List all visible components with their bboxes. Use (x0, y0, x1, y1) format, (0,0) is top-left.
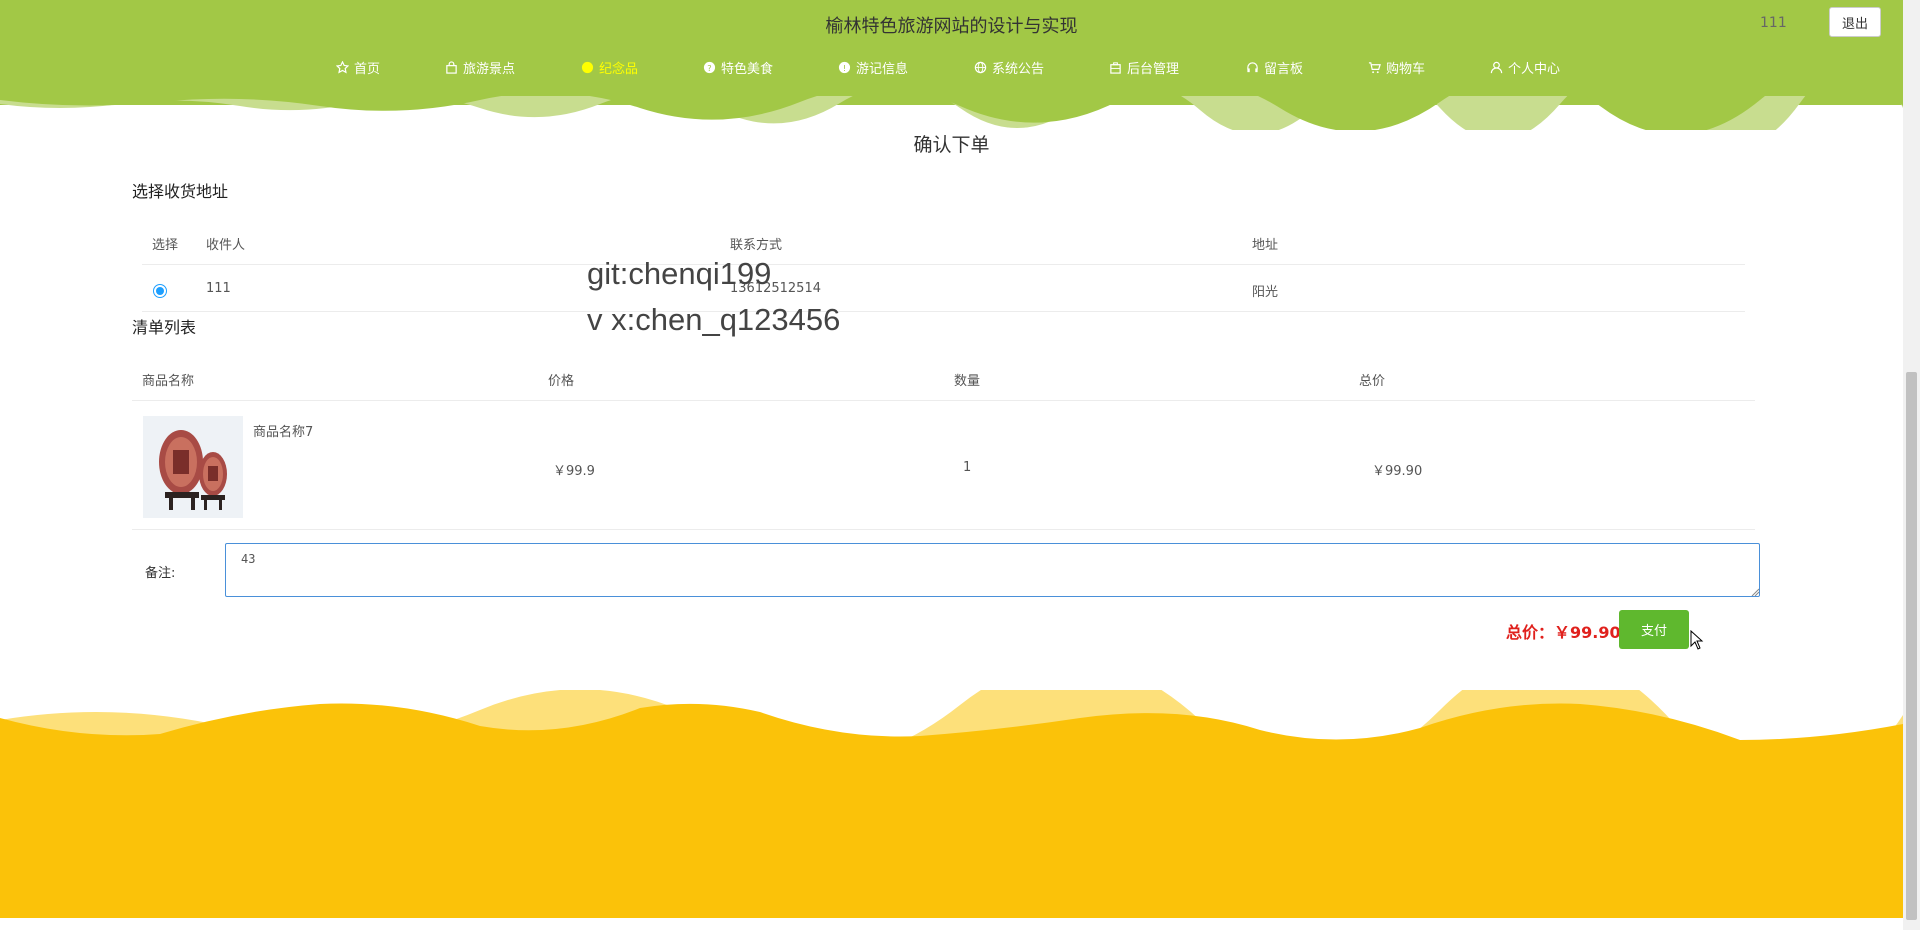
bottom-edge (0, 918, 1903, 930)
column-header-total: 总价 (1359, 374, 1386, 389)
nav-item-travelogues[interactable]: ! 游记信息 (838, 58, 908, 77)
page-title: 确认下单 (913, 134, 990, 156)
vertical-scrollbar[interactable] (1903, 0, 1920, 930)
nav-label: 购物车 (1386, 62, 1426, 77)
nav-label: 旅游景点 (463, 62, 516, 77)
page: 榆林特色旅游网站的设计与实现 111 退出 首页 旅游景点 纪念品 ? 特色美食… (0, 0, 1903, 918)
nav-item-admin[interactable]: 后台管理 (1109, 58, 1179, 77)
nav-item-message-board[interactable]: 留言板 (1246, 58, 1303, 77)
globe-icon (974, 61, 987, 74)
user-icon (1490, 61, 1503, 74)
address-radio[interactable] (153, 284, 167, 298)
nav-label: 系统公告 (992, 62, 1045, 77)
nav-label: 特色美食 (721, 62, 774, 77)
column-header-recipient: 收件人 (206, 238, 246, 253)
price-cell: ￥99.9 (553, 464, 595, 479)
mouse-cursor-icon (1690, 630, 1704, 650)
divider (132, 529, 1755, 530)
column-header-quantity: 数量 (954, 374, 981, 389)
scrollbar-thumb[interactable] (1906, 372, 1917, 920)
username: 111 (1760, 15, 1787, 31)
column-header-price: 价格 (548, 374, 575, 389)
site-title: 榆林特色旅游网站的设计与实现 (825, 16, 1078, 37)
order-total: 总价：￥99.90 (1506, 623, 1621, 642)
nav-item-attractions[interactable]: 旅游景点 (445, 58, 515, 77)
order-section-title: 清单列表 (132, 318, 197, 337)
nav-label: 后台管理 (1127, 62, 1180, 77)
info-circle-icon: ! (838, 61, 851, 74)
svg-text:?: ? (707, 63, 711, 73)
total-cell: ￥99.90 (1372, 464, 1423, 479)
nav-item-souvenirs[interactable]: 纪念品 (581, 58, 638, 77)
watermark-line-1: git:chenqi199 (587, 256, 772, 291)
column-header-phone: 联系方式 (730, 238, 783, 253)
bag-icon (446, 61, 457, 74)
nav-item-announcements[interactable]: 系统公告 (974, 58, 1044, 77)
divider (142, 264, 1745, 265)
column-header-product: 商品名称 (142, 374, 195, 389)
nav-item-food[interactable]: ? 特色美食 (703, 58, 773, 77)
divider (142, 311, 1745, 312)
column-header-select: 选择 (152, 238, 179, 253)
address-section-title: 选择收货地址 (132, 182, 229, 201)
product-name-cell: 商品名称7 (253, 425, 314, 440)
nav-item-home[interactable]: 首页 (336, 58, 380, 77)
nav-label: 个人中心 (1508, 62, 1561, 77)
help-circle-icon: ? (703, 61, 716, 74)
recipient-cell: 111 (206, 281, 231, 296)
footer-wave-decoration (0, 690, 1903, 918)
nav-label: 首页 (354, 62, 381, 77)
header-wave-decoration (0, 96, 1903, 130)
nav-label: 留言板 (1264, 62, 1304, 77)
nav-label: 纪念品 (599, 62, 639, 77)
briefcase-icon (1110, 62, 1121, 74)
remark-label: 备注: (145, 566, 176, 581)
svg-text:!: ! (843, 63, 846, 73)
pay-button[interactable]: 支付 (1619, 610, 1689, 649)
nav-label: 游记信息 (856, 62, 909, 77)
watermark-line-2: v x:chen_q123456 (587, 302, 841, 337)
quantity-cell: 1 (963, 460, 972, 475)
divider (132, 400, 1755, 401)
star-icon (336, 61, 349, 74)
address-cell: 阳光 (1252, 285, 1279, 300)
cart-icon (1368, 62, 1381, 74)
site-header: 榆林特色旅游网站的设计与实现 111 退出 首页 旅游景点 纪念品 ? 特色美食… (0, 0, 1903, 105)
resize-grip-icon[interactable] (1751, 588, 1759, 596)
nav-item-cart[interactable]: 购物车 (1368, 58, 1425, 77)
logout-button[interactable]: 退出 (1829, 7, 1881, 37)
circle-icon (581, 61, 594, 74)
remark-textarea[interactable]: 43 (225, 543, 1760, 597)
column-header-address: 地址 (1252, 238, 1279, 253)
nav-item-profile[interactable]: 个人中心 (1490, 58, 1560, 77)
headset-icon (1247, 62, 1258, 73)
product-image (143, 416, 243, 518)
